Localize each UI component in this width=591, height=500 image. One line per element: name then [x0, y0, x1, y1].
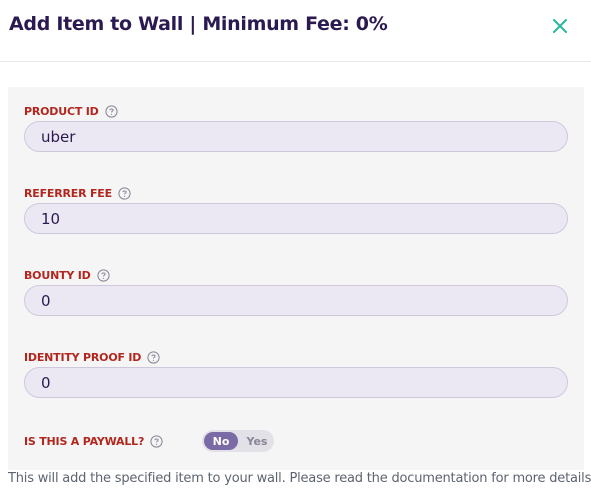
form-panel: PRODUCT ID REFERRER FEE BOUNTY ID IDENTI… — [8, 87, 584, 470]
product-id-input[interactable] — [24, 121, 568, 152]
paywall-no-option[interactable]: No — [204, 432, 238, 450]
help-icon[interactable] — [147, 351, 160, 364]
paywall-toggle[interactable]: No Yes — [202, 430, 274, 452]
close-icon[interactable] — [549, 15, 571, 37]
paywall-label-text: IS THIS A PAYWALL? — [24, 435, 145, 448]
bounty-id-label: BOUNTY ID — [24, 269, 110, 282]
help-icon[interactable] — [150, 435, 163, 448]
referrer-fee-label-text: REFERRER FEE — [24, 187, 112, 200]
product-id-label-text: PRODUCT ID — [24, 105, 99, 118]
help-icon[interactable] — [118, 187, 131, 200]
product-id-label: PRODUCT ID — [24, 105, 118, 118]
paywall-label: IS THIS A PAYWALL? — [24, 435, 163, 448]
modal-title: Add Item to Wall | Minimum Fee: 0% — [9, 13, 388, 35]
paywall-yes-option[interactable]: Yes — [240, 432, 274, 450]
identity-proof-id-input[interactable] — [24, 367, 568, 398]
identity-proof-id-label-text: IDENTITY PROOF ID — [24, 351, 142, 364]
referrer-fee-label: REFERRER FEE — [24, 187, 131, 200]
bounty-id-label-text: BOUNTY ID — [24, 269, 91, 282]
help-icon[interactable] — [97, 269, 110, 282]
footer-note: This will add the specified item to your… — [8, 471, 591, 486]
help-icon[interactable] — [104, 105, 118, 118]
identity-proof-id-label: IDENTITY PROOF ID — [24, 351, 160, 364]
bounty-id-input[interactable] — [24, 285, 568, 316]
modal-header: Add Item to Wall | Minimum Fee: 0% — [0, 0, 591, 62]
referrer-fee-input[interactable] — [24, 203, 568, 234]
